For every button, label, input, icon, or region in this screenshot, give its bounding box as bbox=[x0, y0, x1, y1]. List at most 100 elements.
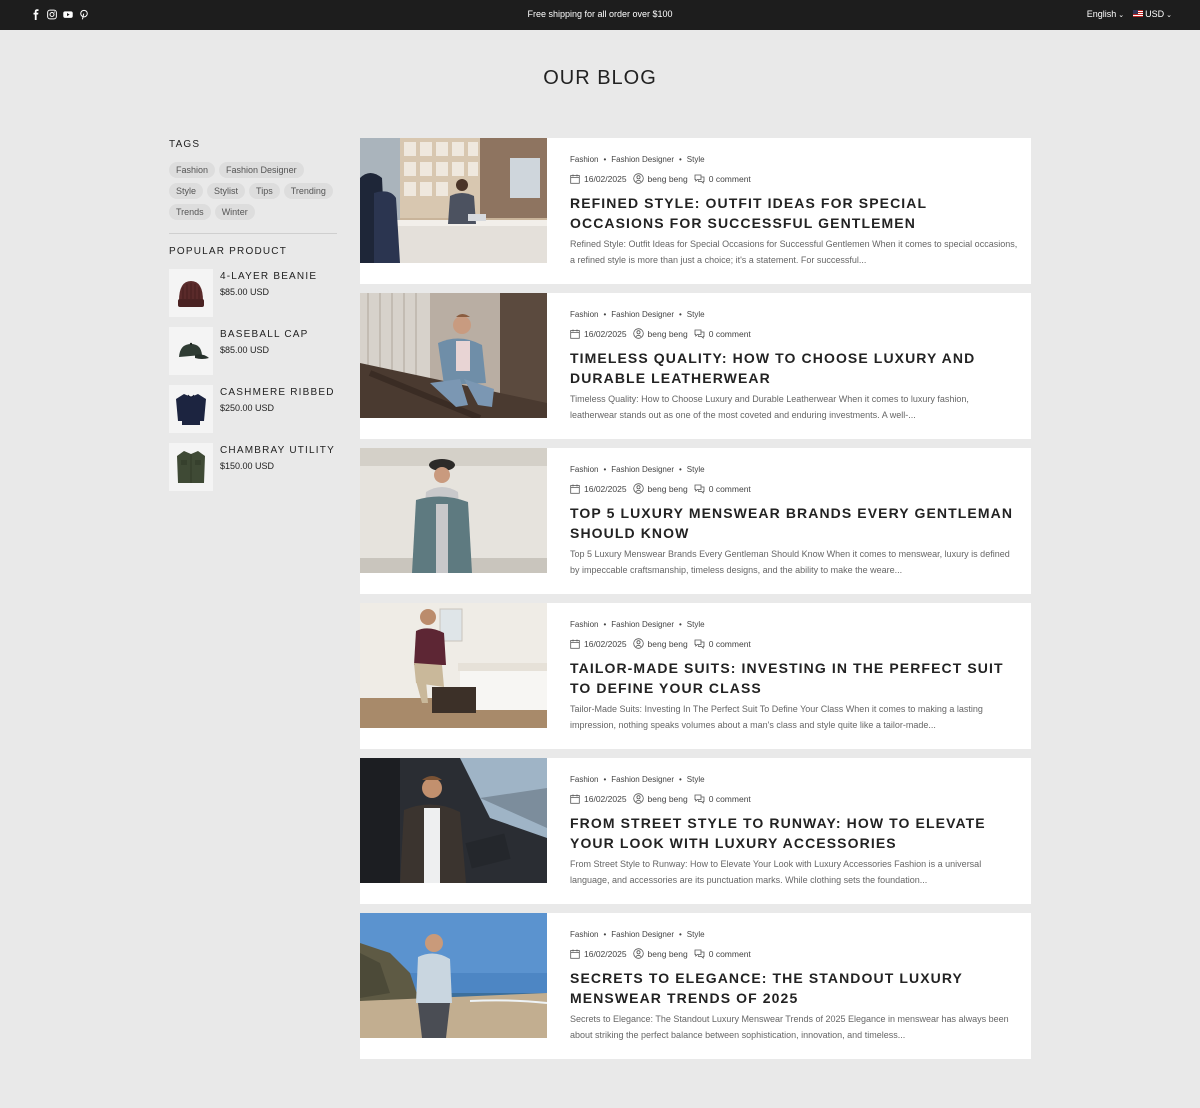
category-link[interactable]: Fashion bbox=[570, 620, 598, 629]
category-link[interactable]: Style bbox=[687, 930, 705, 939]
sidebar-divider bbox=[169, 233, 337, 234]
product-price: $85.00 USD bbox=[220, 345, 270, 355]
post-meta: 16/02/2025 beng beng 0 comment bbox=[570, 793, 1018, 804]
calendar-icon bbox=[570, 484, 580, 494]
product-item[interactable]: 4-LAYER BEANIE $85.00 USD bbox=[169, 269, 337, 317]
post-comments[interactable]: 0 comment bbox=[709, 639, 751, 649]
comment-icon bbox=[694, 639, 705, 649]
currency-selector[interactable]: USD ⌄ bbox=[1133, 9, 1172, 19]
category-link[interactable]: Fashion bbox=[570, 155, 598, 164]
post-author[interactable]: beng beng bbox=[648, 484, 688, 494]
currency-label: USD bbox=[1145, 9, 1165, 19]
category-link[interactable]: Fashion bbox=[570, 775, 598, 784]
post-image-denim[interactable] bbox=[360, 293, 547, 418]
separator-dot: • bbox=[678, 930, 682, 939]
tag-stylist[interactable]: Stylist bbox=[207, 183, 246, 199]
post-comments[interactable]: 0 comment bbox=[709, 484, 751, 494]
page-title: OUR BLOG bbox=[543, 67, 657, 89]
calendar-icon bbox=[570, 794, 580, 804]
product-item[interactable]: CASHMERE RIBBED $250.00 USD bbox=[169, 385, 337, 433]
post-author[interactable]: beng beng bbox=[648, 949, 688, 959]
user-icon bbox=[632, 948, 644, 959]
calendar-icon bbox=[570, 329, 580, 339]
category-link[interactable]: Fashion Designer bbox=[611, 930, 674, 939]
post-title[interactable]: FROM STREET STYLE TO RUNWAY: HOW TO ELEV… bbox=[570, 813, 1018, 853]
post-title[interactable]: TIMELESS QUALITY: HOW TO CHOOSE LUXURY A… bbox=[570, 348, 1018, 388]
post-comments[interactable]: 0 comment bbox=[709, 949, 751, 959]
category-link[interactable]: Fashion bbox=[570, 310, 598, 319]
post-meta: 16/02/2025 beng beng 0 comment bbox=[570, 638, 1018, 649]
calendar-icon bbox=[570, 639, 580, 649]
post-meta: 16/02/2025 beng beng 0 comment bbox=[570, 483, 1018, 494]
separator-dot: • bbox=[603, 775, 607, 784]
post-date: 16/02/2025 bbox=[584, 793, 627, 804]
post-date: 16/02/2025 bbox=[584, 483, 627, 494]
post-title[interactable]: TAILOR-MADE SUITS: INVESTING IN THE PERF… bbox=[570, 658, 1018, 698]
post-excerpt: Secrets to Elegance: The Standout Luxury… bbox=[570, 1014, 1009, 1040]
product-name[interactable]: CASHMERE RIBBED bbox=[220, 387, 335, 398]
category-link[interactable]: Style bbox=[687, 620, 705, 629]
category-link[interactable]: Style bbox=[687, 310, 705, 319]
user-icon bbox=[632, 793, 644, 804]
blog-sidebar: TAGS Fashion Fashion Designer Style Styl… bbox=[169, 139, 337, 501]
language-selector[interactable]: English ⌄ bbox=[1087, 9, 1124, 19]
tag-trending[interactable]: Trending bbox=[283, 183, 333, 199]
blog-post-card: Fashion • Fashion Designer • Style 16/02/2… bbox=[360, 913, 1031, 1059]
blog-post-card: Fashion • Fashion Designer • Style 16/02/2… bbox=[360, 758, 1031, 904]
post-author[interactable]: beng beng bbox=[648, 794, 688, 804]
post-excerpt: Tailor-Made Suits: Investing In The Perf… bbox=[570, 704, 983, 730]
post-comments[interactable]: 0 comment bbox=[709, 329, 751, 339]
post-author[interactable]: beng beng bbox=[648, 174, 688, 184]
comment-icon bbox=[694, 949, 705, 959]
tag-winter[interactable]: Winter bbox=[214, 204, 255, 220]
post-image-beach[interactable] bbox=[360, 913, 547, 1038]
post-categories: Fashion • Fashion Designer • Style bbox=[570, 465, 1018, 474]
post-author[interactable]: beng beng bbox=[648, 329, 688, 339]
post-excerpt: Refined Style: Outfit Ideas for Special … bbox=[570, 239, 1018, 265]
post-author[interactable]: beng beng bbox=[648, 639, 688, 649]
post-title[interactable]: TOP 5 LUXURY MENSWEAR BRANDS EVERY GENTL… bbox=[570, 503, 1018, 543]
category-link[interactable]: Style bbox=[687, 155, 705, 164]
category-link[interactable]: Style bbox=[687, 465, 705, 474]
post-meta: 16/02/2025 beng beng 0 comment bbox=[570, 328, 1018, 339]
post-excerpt: Top 5 Luxury Menswear Brands Every Gentl… bbox=[570, 549, 1010, 575]
user-icon bbox=[632, 328, 644, 339]
product-item[interactable]: CHAMBRAY UTILITY $150.00 USD bbox=[169, 443, 337, 491]
post-image-boutique[interactable] bbox=[360, 138, 547, 263]
post-image-bedroom[interactable] bbox=[360, 603, 547, 728]
product-name[interactable]: CHAMBRAY UTILITY bbox=[220, 445, 335, 456]
post-comments[interactable]: 0 comment bbox=[709, 794, 751, 804]
post-date: 16/02/2025 bbox=[584, 948, 627, 959]
product-thumbnail-cashmere bbox=[169, 385, 213, 433]
category-link[interactable]: Fashion Designer bbox=[611, 620, 674, 629]
popular-product-heading: POPULAR PRODUCT bbox=[169, 246, 288, 257]
category-link[interactable]: Fashion Designer bbox=[611, 465, 674, 474]
separator-dot: • bbox=[678, 465, 682, 474]
post-title[interactable]: SECRETS TO ELEGANCE: THE STANDOUT LUXURY… bbox=[570, 968, 1018, 1008]
category-link[interactable]: Fashion bbox=[570, 465, 598, 474]
category-link[interactable]: Style bbox=[687, 775, 705, 784]
blog-post-card: Fashion • Fashion Designer • Style 16/02/2… bbox=[360, 448, 1031, 594]
category-link[interactable]: Fashion Designer bbox=[611, 775, 674, 784]
announcement-bar: Free shipping for all order over $100 En… bbox=[0, 0, 1200, 30]
category-link[interactable]: Fashion bbox=[570, 930, 598, 939]
tag-fashion-designer[interactable]: Fashion Designer bbox=[219, 162, 304, 178]
product-item[interactable]: BASEBALL CAP $85.00 USD bbox=[169, 327, 337, 375]
tag-style[interactable]: Style bbox=[169, 183, 204, 199]
tag-tips[interactable]: Tips bbox=[249, 183, 280, 199]
post-categories: Fashion • Fashion Designer • Style bbox=[570, 775, 1018, 784]
post-meta: 16/02/2025 beng beng 0 comment bbox=[570, 948, 1018, 959]
product-thumbnail-cap bbox=[169, 327, 213, 375]
separator-dot: • bbox=[603, 310, 607, 319]
post-image-wall[interactable] bbox=[360, 448, 547, 573]
post-image-car[interactable] bbox=[360, 758, 547, 883]
tag-fashion[interactable]: Fashion bbox=[169, 162, 216, 178]
product-name[interactable]: BASEBALL CAP bbox=[220, 329, 309, 340]
post-title[interactable]: REFINED STYLE: OUTFIT IDEAS FOR SPECIAL … bbox=[570, 193, 1018, 233]
post-date: 16/02/2025 bbox=[584, 328, 627, 339]
post-comments[interactable]: 0 comment bbox=[709, 174, 751, 184]
tag-trends[interactable]: Trends bbox=[169, 204, 211, 220]
category-link[interactable]: Fashion Designer bbox=[611, 155, 674, 164]
category-link[interactable]: Fashion Designer bbox=[611, 310, 674, 319]
product-name[interactable]: 4-LAYER BEANIE bbox=[220, 271, 317, 282]
